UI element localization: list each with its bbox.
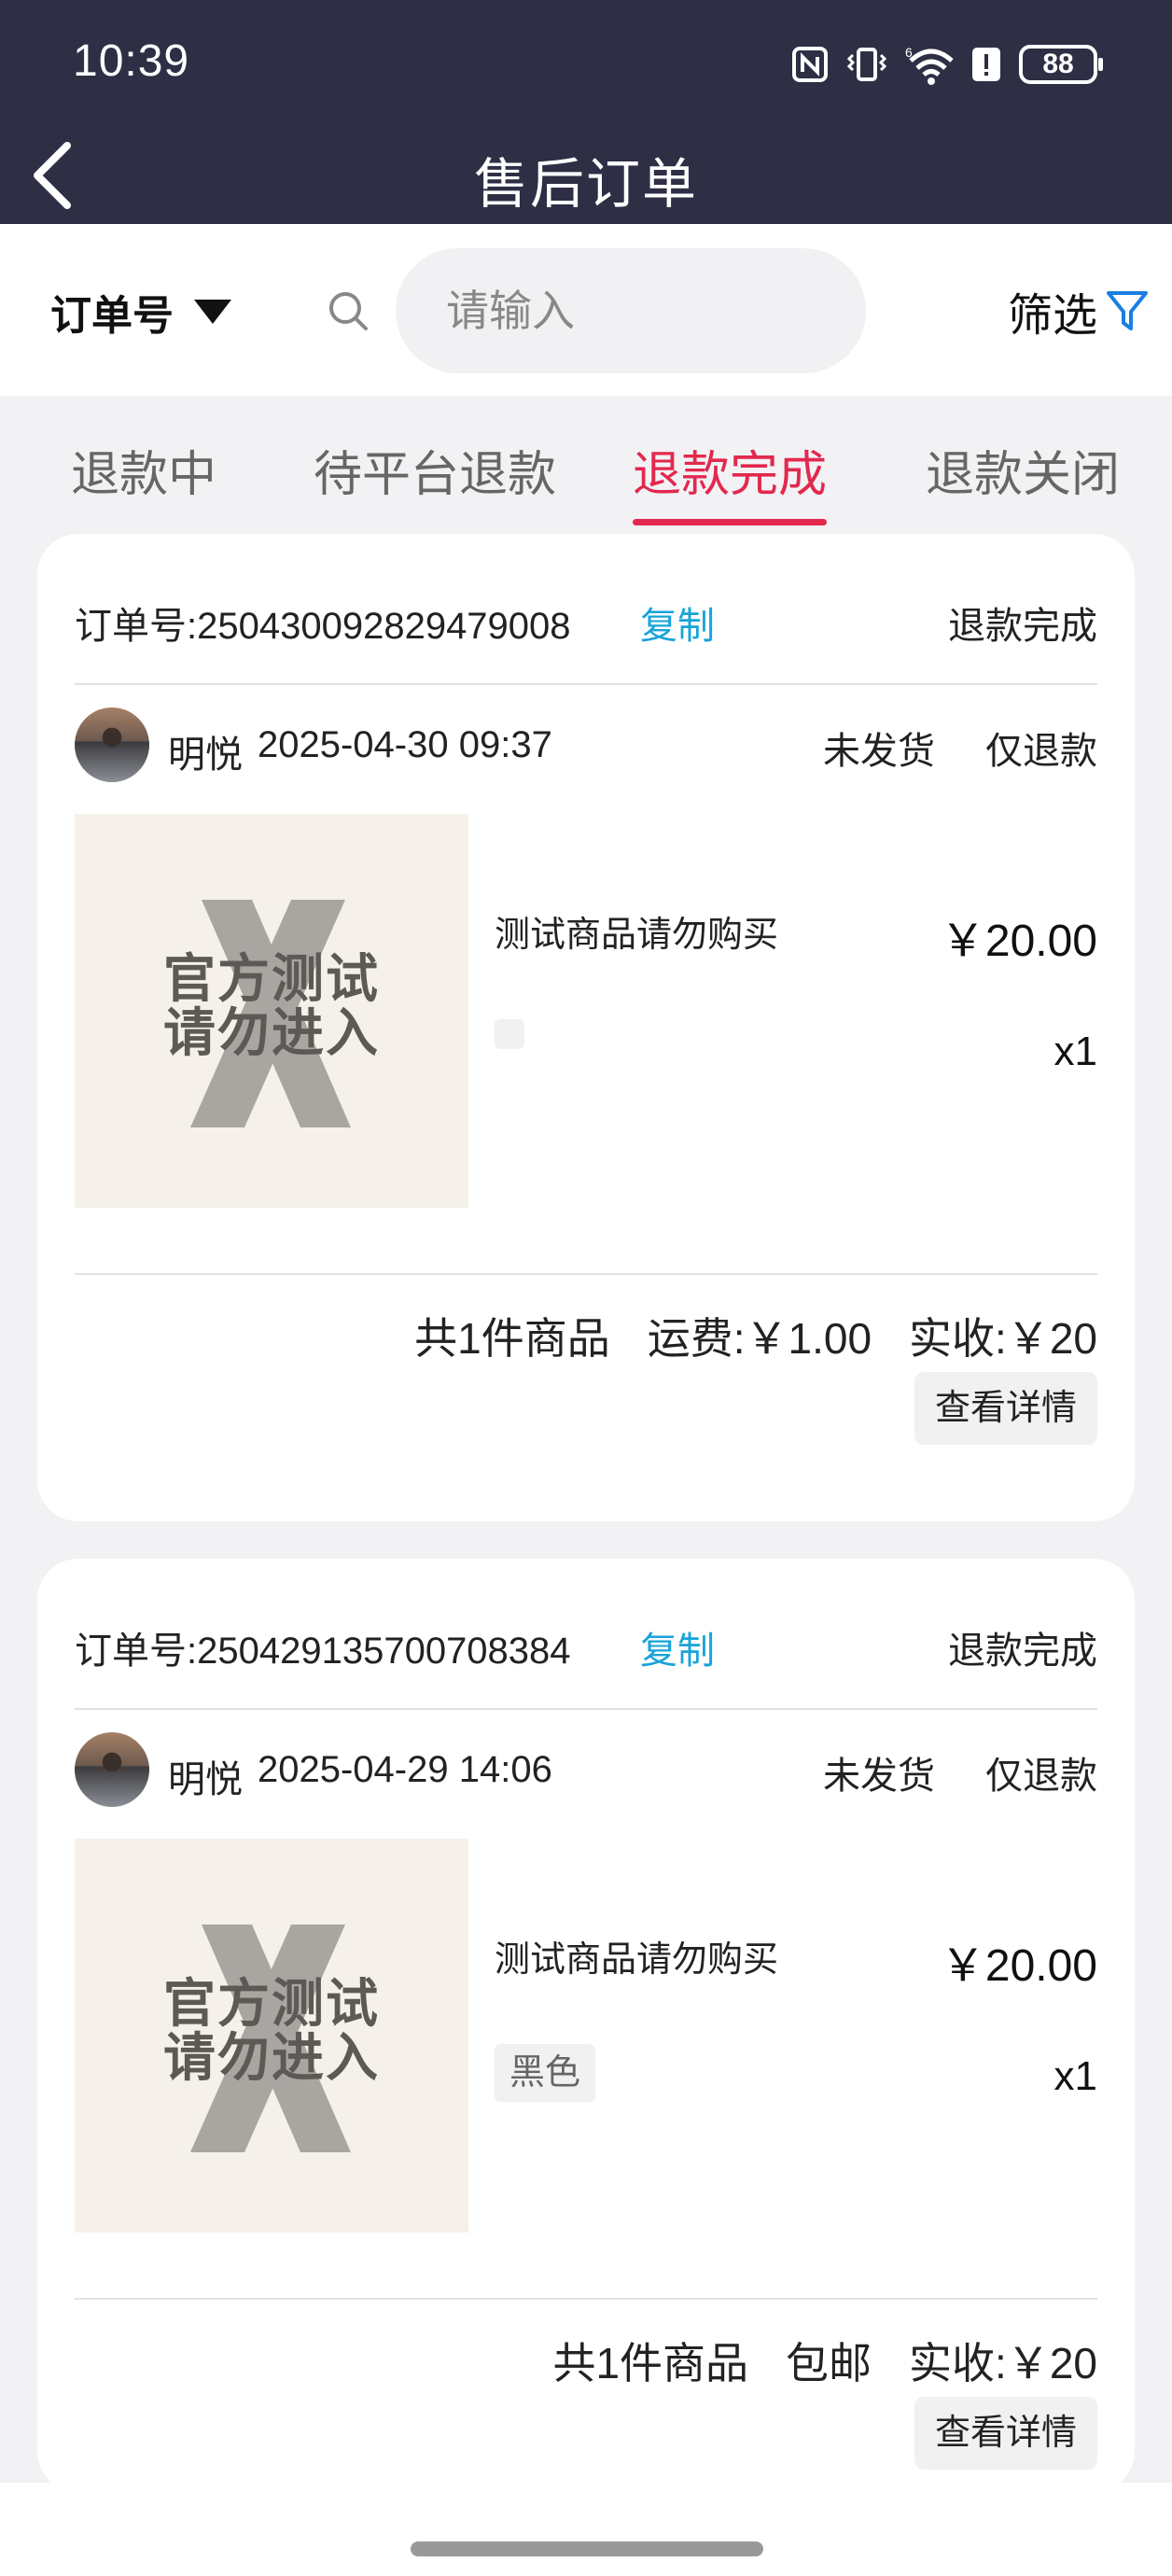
- top-header: 10:39 6 88 售后订单: [0, 0, 1172, 224]
- bottom-bar: [0, 2483, 1172, 2576]
- search-icon: [329, 292, 368, 330]
- search-field-label: 订单号: [50, 293, 174, 339]
- order-card: 订单号:250430092829479008 复制 退款完成 明悦 2025-0…: [37, 534, 1135, 1521]
- item-count: 共1件商品: [552, 2339, 749, 2387]
- shipping-status: 未发货: [823, 1756, 935, 1797]
- filter-icon: [1107, 291, 1148, 330]
- product-quantity: x1: [1053, 1029, 1097, 1074]
- home-indicator[interactable]: [411, 2541, 763, 2556]
- copy-button[interactable]: 复制: [640, 1620, 715, 1674]
- sku-chip: [495, 1019, 524, 1049]
- tab-refunding[interactable]: 退款中: [71, 435, 216, 505]
- divider: [75, 2298, 1097, 2300]
- filter-label: 筛选: [1007, 291, 1097, 341]
- product-title: 测试商品请勿购买: [495, 1940, 779, 1980]
- order-card-header: 订单号:250429135700708384 复制 退款完成: [75, 1559, 1097, 1710]
- item-count: 共1件商品: [414, 1314, 610, 1363]
- watermark-line: 请勿进入: [163, 1003, 380, 1062]
- shipping-status: 未发货: [823, 731, 935, 772]
- status-tabs: 退款中 待平台退款 退款完成 退款关闭: [0, 396, 1172, 526]
- status-time: 10:39: [73, 36, 190, 86]
- search-input[interactable]: [396, 248, 866, 373]
- tab-pending-platform-refund[interactable]: 待平台退款: [314, 435, 556, 505]
- order-summary: 共1件商品 包邮 实收:￥20: [552, 2330, 1097, 2391]
- status-icons: 6 88: [791, 41, 1103, 88]
- page-title: 售后订单: [473, 154, 698, 215]
- caret-down-icon: [194, 300, 231, 324]
- battery-level: 88: [1042, 49, 1074, 79]
- wifi-icon: 6: [905, 45, 954, 85]
- order-number: 订单号:250429135700708384: [75, 1631, 571, 1672]
- order-time: 2025-04-29 14:06: [258, 1749, 552, 1790]
- order-card-header: 订单号:250430092829479008 复制 退款完成: [75, 534, 1097, 685]
- filter-button[interactable]: 筛选: [1008, 278, 1150, 343]
- buyer-row: 明悦 2025-04-29 14:06 未发货 仅退款: [75, 1732, 1097, 1813]
- watermark-line: 请勿进入: [163, 2028, 380, 2087]
- buyer-name: 明悦: [168, 1759, 243, 1800]
- product-image[interactable]: 官方测试 请勿进入: [75, 814, 468, 1208]
- watermark-text: 官方测试 请勿进入: [75, 952, 468, 1060]
- product-image[interactable]: 官方测试 请勿进入: [75, 1839, 468, 2233]
- order-time: 2025-04-30 09:37: [258, 724, 552, 765]
- tab-refund-completed[interactable]: 退款完成: [633, 435, 828, 525]
- avatar: [75, 707, 149, 782]
- order-status: 退款完成: [948, 1631, 1097, 1672]
- shipping-fee: 运费:￥1.00: [647, 1314, 872, 1363]
- sku-chip: 黑色: [495, 2044, 596, 2102]
- copy-button[interactable]: 复制: [640, 595, 715, 650]
- watermark-line: 官方测试: [163, 1974, 380, 2033]
- vibrate-icon: [846, 48, 887, 81]
- refund-type: 仅退款: [985, 731, 1097, 772]
- product-title: 测试商品请勿购买: [495, 916, 779, 955]
- view-details-button[interactable]: 查看详情: [914, 2397, 1097, 2470]
- refund-type: 仅退款: [985, 1756, 1097, 1797]
- divider: [75, 1273, 1097, 1275]
- tab-refund-closed[interactable]: 退款关闭: [926, 435, 1120, 505]
- view-details-button[interactable]: 查看详情: [914, 1372, 1097, 1445]
- amount-received: 实收:￥20: [909, 1314, 1097, 1363]
- order-number: 订单号:250430092829479008: [75, 606, 571, 647]
- shipping-fee: 包邮: [786, 2339, 872, 2387]
- product-quantity: x1: [1053, 2053, 1097, 2099]
- buyer-name: 明悦: [168, 735, 243, 776]
- watermark-text: 官方测试 请勿进入: [75, 1977, 468, 2085]
- battery-icon: 88: [1019, 45, 1103, 84]
- order-summary: 共1件商品 运费:￥1.00 实收:￥20: [414, 1305, 1097, 1366]
- search-bar: 订单号 筛选: [0, 224, 1172, 396]
- order-status: 退款完成: [948, 606, 1097, 647]
- order-card: 订单号:250429135700708384 复制 退款完成 明悦 2025-0…: [37, 1559, 1135, 2492]
- buyer-row: 明悦 2025-04-30 09:37 未发货 仅退款: [75, 707, 1097, 788]
- product-price: ￥20.00: [940, 1941, 1097, 1991]
- alert-icon: [972, 48, 1000, 81]
- watermark-line: 官方测试: [163, 949, 380, 1008]
- avatar: [75, 1732, 149, 1807]
- product-price: ￥20.00: [940, 917, 1097, 966]
- search-field-dropdown[interactable]: 订单号: [50, 282, 231, 342]
- amount-received: 实收:￥20: [909, 2339, 1097, 2387]
- nfc-icon: [792, 47, 828, 82]
